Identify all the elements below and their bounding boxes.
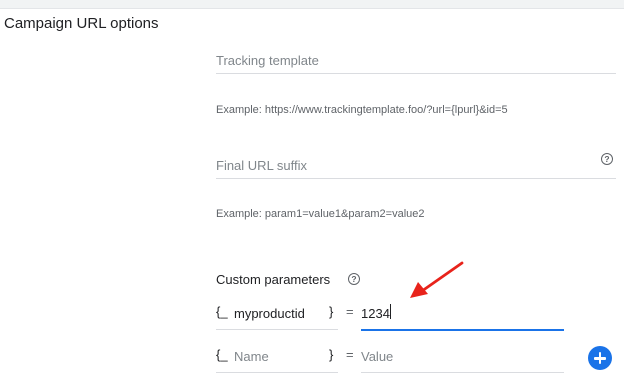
parameter-name-input[interactable]: [234, 301, 332, 325]
equals-sign: =: [346, 304, 354, 319]
top-strip: [0, 0, 624, 9]
parameter-name-underline: [216, 329, 338, 330]
parameter-name-input[interactable]: [234, 344, 332, 368]
final-url-suffix-example: Example: param1=value1&param2=value2: [216, 208, 425, 220]
parameter-value-underline: [361, 372, 564, 373]
final-url-suffix-input[interactable]: [216, 153, 616, 178]
parameter-name-underline: [216, 372, 338, 373]
annotation-arrow-icon: [410, 261, 464, 298]
tracking-template-field[interactable]: [216, 48, 616, 74]
equals-sign: =: [346, 347, 354, 362]
custom-parameters-label: Custom parameters: [216, 272, 331, 287]
section-title: Campaign URL options: [4, 15, 159, 32]
final-url-suffix-field[interactable]: [216, 153, 616, 179]
custom-parameter-row: {_ } =: [216, 301, 576, 331]
add-circle-icon[interactable]: [588, 346, 612, 370]
brace-close: }: [329, 347, 334, 362]
text-cursor: [390, 304, 391, 319]
help-circle-icon[interactable]: ?: [601, 153, 613, 165]
parameter-value-input[interactable]: [361, 301, 564, 325]
parameter-value-input[interactable]: [361, 344, 564, 368]
tracking-template-input[interactable]: [216, 48, 616, 73]
brace-open: {_: [216, 347, 228, 362]
brace-close: }: [329, 304, 334, 319]
help-circle-icon[interactable]: ?: [348, 273, 360, 285]
custom-parameter-row: {_ } =: [216, 344, 576, 373]
tracking-template-example: Example: https://www.trackingtemplate.fo…: [216, 104, 508, 116]
brace-open: {_: [216, 304, 228, 319]
parameter-value-underline-focused: [361, 329, 564, 331]
